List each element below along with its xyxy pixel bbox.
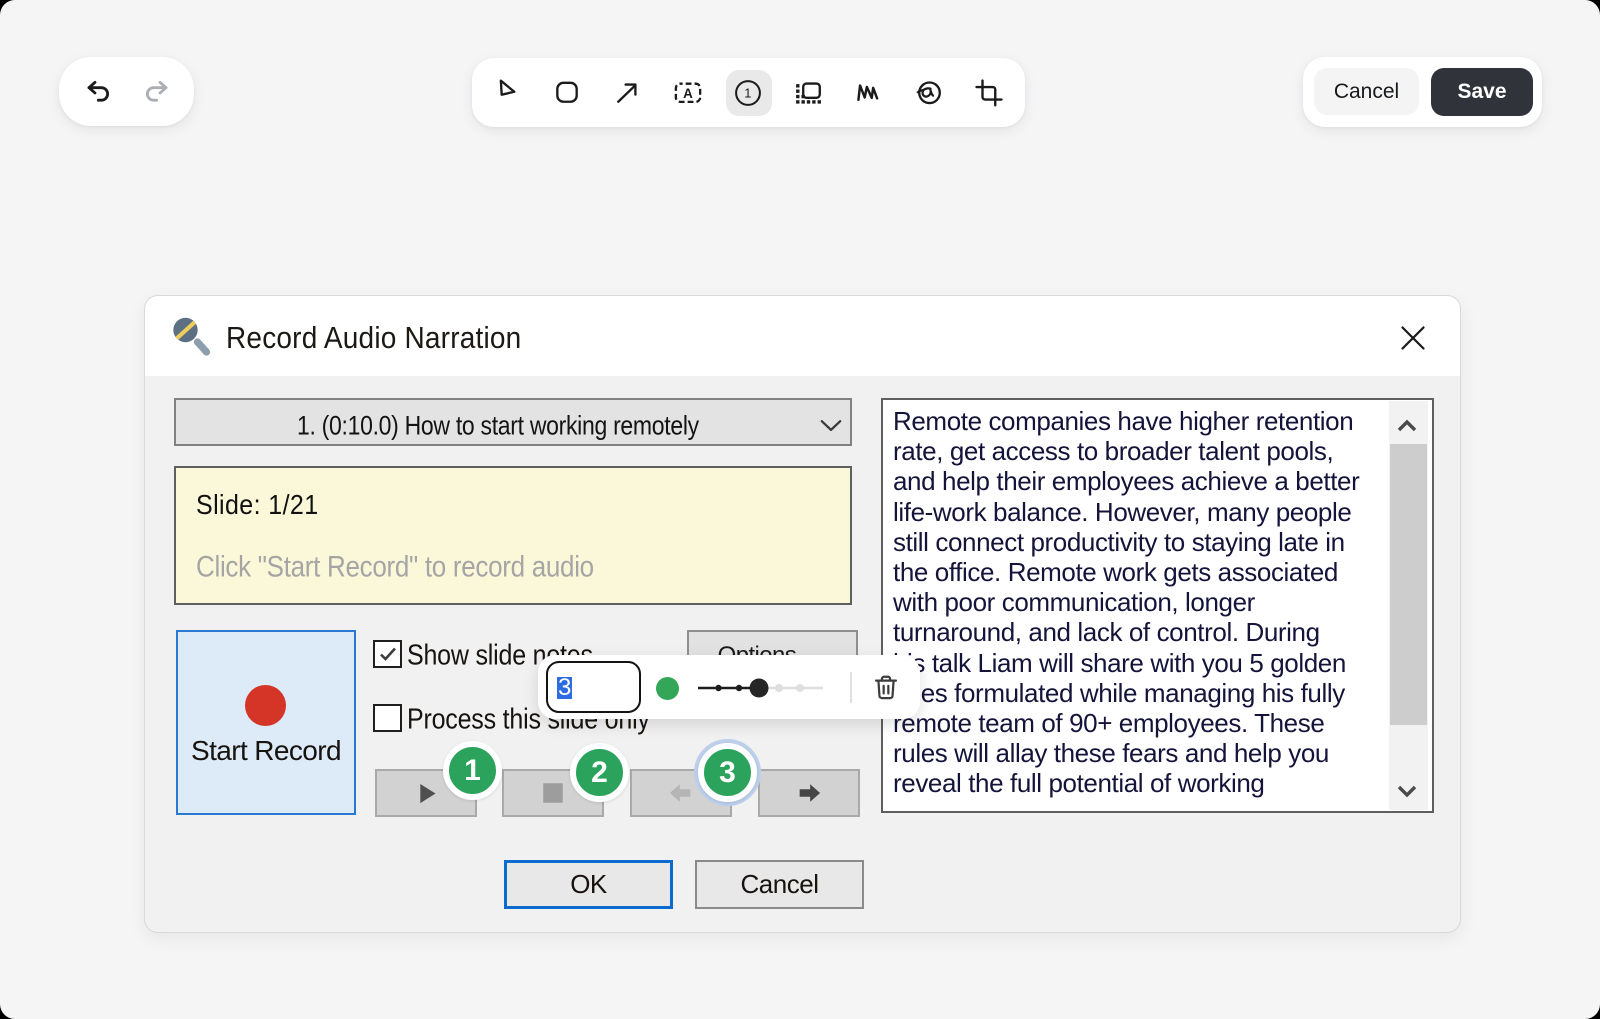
- svg-text:A: A: [683, 86, 693, 101]
- svg-text:1: 1: [744, 86, 751, 101]
